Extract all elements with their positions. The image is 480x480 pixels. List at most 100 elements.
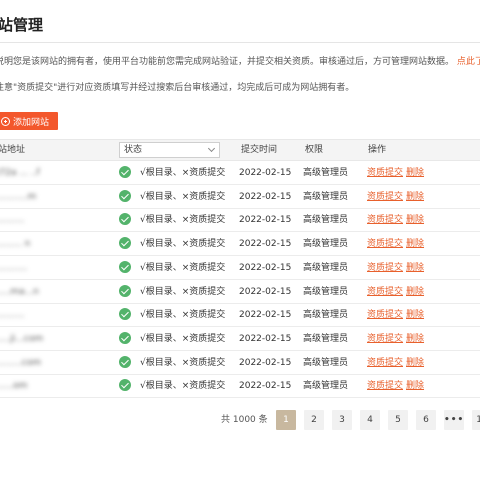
check-circle-icon	[119, 166, 131, 178]
submit-date: 2022-02-15	[239, 286, 292, 297]
page-button-10[interactable]: 10	[472, 410, 480, 430]
role-text: 高级管理员	[303, 239, 349, 250]
role-text: 高级管理员	[303, 333, 349, 344]
status-text: √根目录、×资质提交	[140, 310, 226, 321]
submit-date: 2022-02-15	[239, 168, 292, 178]
status-text: √根目录、×资质提交	[140, 286, 226, 297]
check-circle-icon	[119, 213, 131, 226]
site-address: .....ji...com	[0, 333, 44, 344]
header-role: 权限	[305, 145, 324, 155]
page-button-6[interactable]: 6	[416, 410, 436, 430]
page-button-5[interactable]: 5	[388, 410, 408, 430]
submit-qualification-link[interactable]: 资质提交	[367, 280, 403, 304]
delete-link[interactable]: 删除	[406, 351, 424, 375]
delete-link[interactable]: 删除	[406, 185, 424, 209]
page-button-2[interactable]: 2	[304, 410, 324, 430]
page-button-1[interactable]: 1	[276, 410, 296, 430]
delete-link[interactable]: 删除	[406, 256, 424, 280]
check-circle-icon	[119, 355, 131, 368]
header-ops: 操作	[368, 145, 387, 155]
delete-link[interactable]: 删除	[406, 161, 424, 185]
add-site-label: 添加网站	[13, 117, 50, 128]
submit-qualification-link[interactable]: 资质提交	[367, 256, 403, 280]
delete-link[interactable]: 删除	[406, 280, 424, 304]
submit-qualification-link[interactable]: 资质提交	[367, 208, 403, 232]
delete-link[interactable]: 删除	[406, 303, 424, 327]
site-address: ...........	[0, 262, 28, 273]
page-button-4[interactable]: 4	[360, 410, 380, 430]
site-address: ..........	[0, 215, 25, 226]
table-row: .......... √根目录、×资质提交 2022-02-15 高级管理员 资质提交删…	[0, 303, 480, 328]
role-text: 高级管理员	[303, 262, 349, 273]
delete-link[interactable]: 删除	[406, 232, 424, 256]
page-title: 站管理	[0, 16, 44, 34]
submit-qualification-link[interactable]: 资质提交	[367, 161, 403, 185]
table-row: t72a ... ..f √根目录、×资质提交 2022-02-15 高级管理员 资质提…	[0, 161, 480, 185]
submit-date: 2022-02-15	[239, 381, 292, 392]
site-address: t72a ... ..f	[0, 168, 40, 178]
role-text: 高级管理员	[303, 286, 349, 297]
role-text: 高级管理员	[303, 310, 349, 321]
info-line-1: 说明您是该网站的拥有者，使用平台功能前您需完成网站验证，并提交相关资质。审核通过…	[0, 54, 480, 67]
submit-qualification-link[interactable]: 资质提交	[367, 185, 403, 209]
chevron-down-icon	[207, 144, 216, 153]
status-text: √根目录、×资质提交	[140, 357, 226, 368]
status-filter-select[interactable]: 状态	[119, 142, 220, 158]
site-address: .....ma...n	[0, 286, 39, 297]
status-text: √根目录、×资质提交	[140, 381, 226, 392]
learn-more-link[interactable]: 点此了	[457, 57, 480, 67]
submit-qualification-link[interactable]: 资质提交	[367, 327, 403, 351]
check-circle-icon	[119, 331, 131, 344]
table-row: ......om √根目录、×资质提交 2022-02-15 高级管理员 资质提交删除	[0, 374, 480, 399]
status-text: √根目录、×资质提交	[140, 262, 226, 273]
role-text: 高级管理员	[303, 381, 349, 392]
table-row: .....ji...com √根目录、×资质提交 2022-02-15 高级管理员 资质…	[0, 327, 480, 351]
table-header: 站地址 状态 提交时间 权限 操作	[0, 139, 480, 161]
plus-circle-icon	[1, 116, 10, 126]
title-divider	[0, 42, 480, 43]
pagination-ellipsis[interactable]: •••	[444, 410, 464, 430]
submit-date: 2022-02-15	[239, 239, 292, 250]
submit-date: 2022-02-15	[239, 191, 292, 202]
table-row: .........com √根目录、×资质提交 2022-02-15 高级管理员 资质提…	[0, 351, 480, 375]
info-line-2: 注意"资质提交"进行对应资质填写并经过搜索后台审核通过，均完成后可成为网站拥有者…	[0, 83, 355, 93]
page-button-3[interactable]: 3	[332, 410, 352, 430]
check-circle-icon	[119, 308, 131, 321]
check-circle-icon	[119, 237, 131, 250]
table-row: ......... n √根目录、×资质提交 2022-02-15 高级管理员 资质提交…	[0, 232, 480, 257]
pagination: 共 1000 条 123456 ••• 10	[0, 410, 480, 430]
table-row: .......... √根目录、×资质提交 2022-02-15 高级管理员 资质提交删…	[0, 208, 480, 233]
site-address: ...........m	[0, 191, 37, 202]
check-circle-icon	[119, 260, 131, 273]
submit-qualification-link[interactable]: 资质提交	[367, 374, 403, 398]
delete-link[interactable]: 删除	[406, 374, 424, 398]
check-circle-icon	[119, 284, 131, 297]
role-text: 高级管理员	[303, 191, 349, 202]
role-text: 高级管理员	[303, 357, 349, 368]
check-circle-icon	[119, 189, 131, 202]
check-circle-icon	[119, 379, 131, 392]
site-address: .........com	[0, 357, 41, 368]
add-site-button[interactable]: 添加网站	[0, 112, 58, 130]
role-text: 高级管理员	[303, 215, 349, 226]
delete-link[interactable]: 删除	[406, 327, 424, 351]
site-address: ......... n	[0, 239, 31, 250]
delete-link[interactable]: 删除	[406, 208, 424, 232]
info-line-1-text: 说明您是该网站的拥有者，使用平台功能前您需完成网站验证，并提交相关资质。审核通过…	[0, 57, 455, 67]
submit-qualification-link[interactable]: 资质提交	[367, 303, 403, 327]
submit-date: 2022-02-15	[239, 262, 292, 273]
status-filter-label: 状态	[124, 145, 143, 155]
submit-date: 2022-02-15	[239, 333, 292, 344]
submit-date: 2022-02-15	[239, 215, 292, 226]
status-text: √根目录、×资质提交	[140, 215, 226, 226]
status-text: √根目录、×资质提交	[140, 333, 226, 344]
table-row: ...........m √根目录、×资质提交 2022-02-15 高级管理员 资质提…	[0, 185, 480, 209]
submit-date: 2022-02-15	[239, 357, 292, 368]
submit-date: 2022-02-15	[239, 310, 292, 321]
status-text: √根目录、×资质提交	[140, 168, 226, 178]
header-site: 站地址	[0, 145, 26, 155]
submit-qualification-link[interactable]: 资质提交	[367, 351, 403, 375]
site-address: ..........	[0, 310, 25, 321]
submit-qualification-link[interactable]: 资质提交	[367, 232, 403, 256]
role-text: 高级管理员	[303, 168, 349, 178]
